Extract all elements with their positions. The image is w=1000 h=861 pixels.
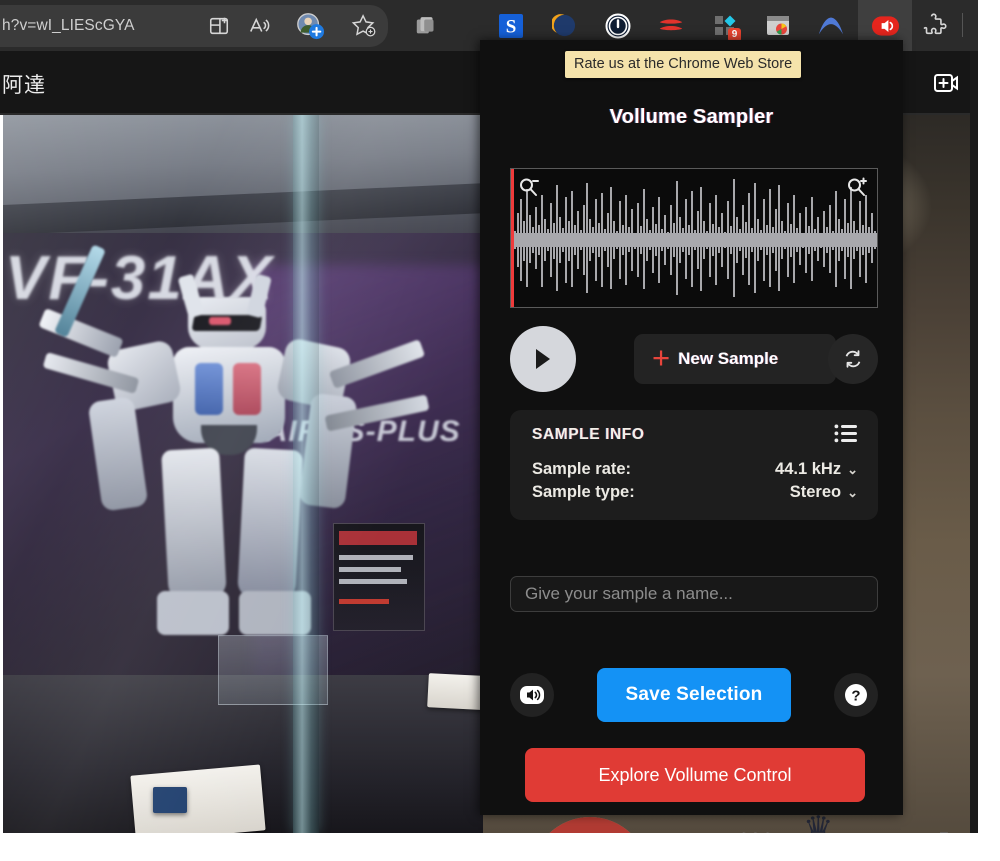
svg-text:S: S bbox=[506, 16, 517, 37]
sample-rate-row: Sample rate: 44.1 kHz ⌄ bbox=[532, 460, 858, 479]
sample-rate-value[interactable]: 44.1 kHz ⌄ bbox=[775, 460, 858, 479]
sample-rate-label: Sample rate: bbox=[532, 460, 632, 478]
volume-sampler-popup: Rate us at the Chrome Web Store Vollume … bbox=[480, 40, 903, 815]
popup-title: Vollume Sampler bbox=[609, 106, 774, 128]
extensions-puzzle-icon[interactable] bbox=[912, 0, 956, 51]
chevron-down-icon: ⌄ bbox=[847, 484, 858, 500]
waveform-display[interactable] bbox=[510, 168, 878, 308]
placard-line bbox=[339, 567, 401, 572]
add-profile-icon[interactable] bbox=[288, 0, 332, 51]
url-text: h?v=wI_LIEScGYA bbox=[2, 17, 135, 34]
loop-icon bbox=[845, 350, 861, 368]
sample-name-input[interactable] bbox=[510, 576, 878, 612]
sample-info-card: SAMPLE INFO Sample rate: 44.1 kHz ⌄ Samp… bbox=[510, 410, 878, 520]
sample-type-row: Sample type: Stereo ⌄ bbox=[532, 483, 858, 502]
svg-text:?: ? bbox=[851, 688, 860, 705]
waveform-playhead[interactable] bbox=[511, 169, 514, 307]
display-card bbox=[130, 764, 266, 833]
screenshot-root: h?v=wI_LIEScGYA S 9 阿達 VF-31AX ♛ Rate us… bbox=[0, 0, 1000, 861]
page-scrollbar[interactable] bbox=[970, 51, 978, 861]
sample-type-label: Sample type: bbox=[532, 483, 635, 501]
zoom-out-icon[interactable] bbox=[517, 176, 541, 205]
play-icon bbox=[536, 349, 550, 369]
display-card-logo bbox=[153, 787, 187, 813]
save-actions-row: Save Selection ? bbox=[510, 668, 878, 722]
window-edge-bottom bbox=[0, 833, 1000, 861]
new-sample-button[interactable]: + New Sample bbox=[634, 334, 836, 384]
sample-rate-text: 44.1 kHz bbox=[775, 460, 842, 478]
help-button[interactable]: ? bbox=[834, 673, 878, 717]
loop-button[interactable] bbox=[828, 334, 878, 384]
new-sample-label: New Sample bbox=[678, 349, 779, 368]
sample-info-title: SAMPLE INFO bbox=[532, 426, 645, 443]
placard-line bbox=[339, 579, 407, 584]
window-edge-right bbox=[978, 0, 1000, 861]
speaker-icon bbox=[520, 686, 544, 704]
placard-line bbox=[339, 555, 413, 560]
sample-type-value[interactable]: Stereo ⌄ bbox=[790, 483, 858, 502]
waveform-graphic bbox=[511, 169, 877, 307]
page-title: 阿達 bbox=[2, 74, 46, 97]
play-button[interactable] bbox=[510, 326, 576, 392]
volume-button[interactable] bbox=[510, 673, 554, 717]
toolbar-divider bbox=[962, 13, 963, 37]
help-icon: ? bbox=[845, 684, 867, 706]
bulleted-list-icon bbox=[834, 424, 857, 443]
list-icon[interactable] bbox=[834, 424, 858, 448]
create-video-icon[interactable] bbox=[930, 68, 964, 98]
placard-line bbox=[339, 599, 389, 604]
plus-icon: + bbox=[652, 340, 671, 375]
placard-highlight bbox=[339, 531, 417, 545]
playback-controls: + New Sample bbox=[510, 326, 878, 392]
rate-us-tooltip: Rate us at the Chrome Web Store bbox=[565, 51, 802, 78]
sample-type-text: Stereo bbox=[789, 483, 842, 501]
read-aloud-icon[interactable] bbox=[238, 0, 280, 51]
add-favorite-icon[interactable] bbox=[342, 0, 386, 51]
explore-volume-control-button[interactable]: Explore Vollume Control bbox=[525, 748, 865, 802]
split-screen-icon[interactable] bbox=[198, 0, 240, 51]
glass-divider bbox=[293, 115, 319, 833]
save-selection-button[interactable]: Save Selection bbox=[597, 668, 791, 722]
chevron-down-icon: ⌄ bbox=[847, 461, 858, 477]
zoom-in-icon[interactable] bbox=[845, 176, 869, 205]
collections-icon[interactable] bbox=[405, 0, 449, 51]
